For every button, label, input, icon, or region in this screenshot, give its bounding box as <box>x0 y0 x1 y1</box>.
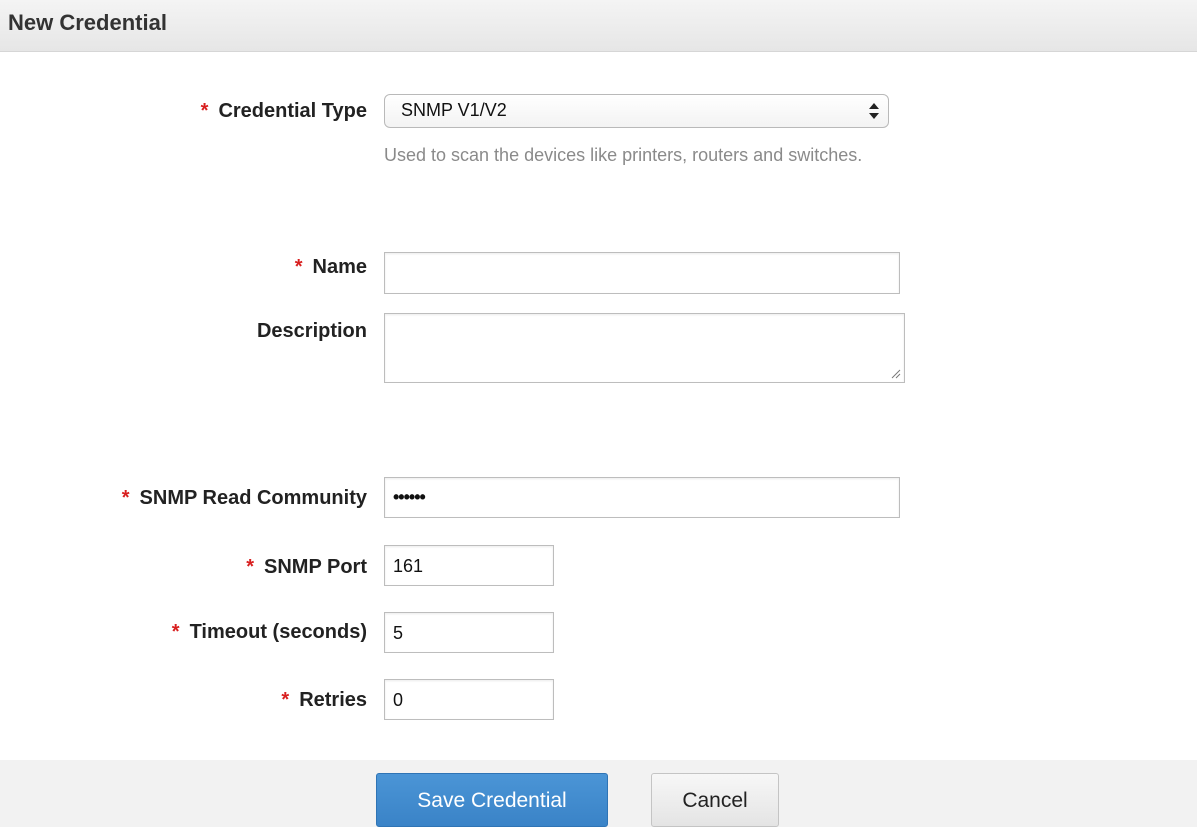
read-community-label: * SNMP Read Community <box>122 487 367 510</box>
name-label-text: Name <box>312 256 367 278</box>
required-marker: * <box>171 621 180 643</box>
required-marker: * <box>281 689 290 711</box>
snmp-port-label-text: SNMP Port <box>264 556 367 578</box>
timeout-input[interactable]: 5 <box>384 612 554 653</box>
read-community-label-text: SNMP Read Community <box>139 487 367 509</box>
name-label: * Name <box>295 256 367 279</box>
read-community-input-value: •••••• <box>393 487 426 507</box>
retries-input-value: 0 <box>393 690 404 710</box>
description-label: Description <box>257 320 367 343</box>
cancel-button[interactable]: Cancel <box>651 773 779 827</box>
required-marker: * <box>121 487 130 509</box>
page-title: New Credential <box>8 10 167 35</box>
snmp-port-input[interactable]: 161 <box>384 545 554 586</box>
required-marker: * <box>294 256 303 278</box>
credential-type-help: Used to scan the devices like printers, … <box>384 145 863 165</box>
credential-type-label-text: Credential Type <box>218 100 367 122</box>
timeout-label-text: Timeout (seconds) <box>189 621 367 643</box>
retries-input[interactable]: 0 <box>384 679 554 720</box>
name-input[interactable] <box>384 252 900 294</box>
save-credential-button[interactable]: Save Credential <box>376 773 608 827</box>
resize-grip-icon[interactable] <box>889 367 901 379</box>
new-credential-page: New Credential * Credential Type SNMP V1/… <box>0 0 1197 827</box>
required-marker: * <box>246 556 255 578</box>
description-label-text: Description <box>256 320 367 342</box>
read-community-input[interactable]: •••••• <box>384 477 900 518</box>
retries-label: * Retries <box>281 689 367 712</box>
required-marker: * <box>200 100 209 122</box>
timeout-label: * Timeout (seconds) <box>172 621 367 644</box>
snmp-port-input-value: 161 <box>393 556 424 576</box>
credential-type-select[interactable]: SNMP V1/V2 <box>384 94 889 128</box>
up-down-arrows-icon <box>869 103 879 119</box>
retries-label-text: Retries <box>299 689 367 711</box>
timeout-input-value: 5 <box>393 623 404 643</box>
page-header: New Credential <box>0 0 1197 52</box>
snmp-port-label: * SNMP Port <box>246 556 367 579</box>
credential-type-selected-value: SNMP V1/V2 <box>401 100 507 120</box>
description-textarea[interactable] <box>384 313 905 383</box>
credential-type-label: * Credential Type <box>201 100 367 123</box>
